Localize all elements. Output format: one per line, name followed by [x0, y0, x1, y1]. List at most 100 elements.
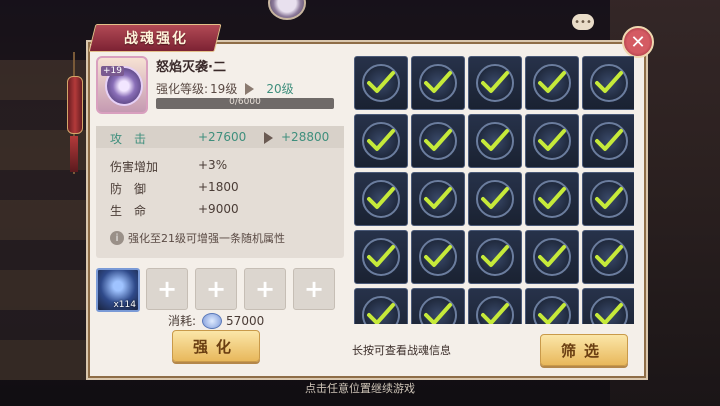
spirit-slot[interactable] — [468, 230, 522, 284]
checkmark-icon — [424, 187, 452, 209]
enhance-hint: i 强化至21级可增强一条随机属性 — [110, 230, 285, 246]
checkmark-icon — [481, 245, 509, 267]
checkmark-icon — [367, 245, 395, 267]
plus-level-badge: +19 — [101, 66, 124, 76]
arrow-right-icon — [245, 82, 255, 95]
spirit-slot[interactable] — [411, 288, 465, 324]
stat-value: +27600 — [198, 130, 247, 144]
spirit-slot[interactable] — [468, 56, 522, 110]
checkmark-icon — [595, 187, 623, 209]
plus-icon: + — [254, 275, 276, 303]
cost-row: 消耗: 57000 — [168, 312, 264, 329]
spirit-slot[interactable] — [582, 172, 634, 226]
stat-attack: 攻 击 +27600 +28800 — [110, 130, 329, 147]
spirit-slot[interactable] — [411, 172, 465, 226]
spirit-slot[interactable] — [411, 56, 465, 110]
spirit-item-icon[interactable]: +19 — [96, 56, 148, 114]
spirit-slot[interactable] — [354, 114, 408, 168]
spirit-slot[interactable] — [411, 114, 465, 168]
long-press-hint: 长按可查看战魂信息 — [352, 344, 451, 357]
spirit-slot[interactable] — [582, 56, 634, 110]
info-icon: i — [110, 231, 124, 245]
spirit-slot[interactable] — [582, 288, 634, 324]
chat-icon[interactable]: ••• — [572, 14, 594, 30]
stat-label: 防 御 — [110, 182, 147, 196]
spirit-slot[interactable] — [525, 288, 579, 324]
stat-value: +1800 — [198, 180, 239, 194]
silver-coin-icon — [202, 312, 223, 329]
spirit-slot[interactable] — [525, 230, 579, 284]
checkmark-icon — [367, 71, 395, 93]
checkmark-icon — [538, 245, 566, 267]
checkmark-icon — [538, 187, 566, 209]
checkmark-icon — [424, 71, 452, 93]
stat-label: 攻 击 — [110, 132, 147, 146]
checkmark-icon — [367, 187, 395, 209]
plus-icon: + — [303, 275, 325, 303]
plus-icon: + — [156, 275, 178, 303]
stat-row: 伤害增加 +3% — [110, 158, 227, 175]
material-slot-empty[interactable]: + — [146, 268, 188, 310]
checkmark-icon — [424, 245, 452, 267]
checkmark-icon — [367, 303, 395, 324]
spirit-slot[interactable] — [411, 230, 465, 284]
item-name: 怒焰灭袭·二 — [156, 60, 226, 75]
spirit-slot[interactable] — [525, 56, 579, 110]
material-count: x114 — [113, 300, 136, 310]
stat-label: 生 命 — [110, 204, 147, 218]
checkmark-icon — [595, 129, 623, 151]
checkmark-icon — [595, 303, 623, 324]
checkmark-icon — [481, 71, 509, 93]
spirit-slot[interactable] — [525, 172, 579, 226]
stat-value: +9000 — [198, 202, 239, 216]
checkmark-icon — [538, 71, 566, 93]
stat-value: +3% — [198, 158, 228, 172]
material-slot-filled[interactable]: x114 — [96, 268, 140, 312]
checkmark-icon — [481, 303, 509, 324]
left-panel: +19 怒焰灭袭·二 强化等级: 19级 20级 0/6000 攻 击 +276… — [94, 48, 346, 368]
spirit-slot[interactable] — [354, 230, 408, 284]
lantern-decoration — [64, 52, 84, 174]
stat-row: 生 命 +9000 — [110, 202, 239, 219]
spirit-slot[interactable] — [525, 114, 579, 168]
spirit-slot[interactable] — [582, 114, 634, 168]
spirit-slot[interactable] — [354, 172, 408, 226]
close-icon: ✕ — [630, 31, 646, 53]
material-slot-empty[interactable]: + — [195, 268, 237, 310]
checkmark-icon — [424, 129, 452, 151]
plus-icon: + — [205, 275, 227, 303]
hint-text: 强化至21级可增强一条随机属性 — [128, 232, 285, 245]
spirit-slot[interactable] — [468, 114, 522, 168]
checkmark-icon — [481, 129, 509, 151]
filter-button[interactable]: 筛选 — [540, 334, 628, 366]
enhance-button[interactable]: 强化 — [172, 330, 260, 362]
checkmark-icon — [595, 245, 623, 267]
material-slot-empty[interactable]: + — [293, 268, 335, 310]
arrow-right-icon — [264, 132, 273, 144]
checkmark-icon — [538, 303, 566, 324]
cost-value: 57000 — [226, 313, 265, 328]
spirit-slot[interactable] — [354, 56, 408, 110]
level-row: 强化等级: 19级 20级 — [156, 80, 294, 97]
stat-label: 伤害增加 — [110, 160, 159, 174]
exp-progress-text: 0/6000 — [229, 98, 261, 107]
dialog-title: 战魂强化 — [124, 31, 188, 47]
checkmark-icon — [595, 71, 623, 93]
spirit-grid — [352, 54, 634, 324]
checkmark-icon — [424, 303, 452, 324]
level-label: 强化等级: — [156, 82, 209, 96]
stat-next-value: +28800 — [281, 130, 330, 144]
level-to: 20级 — [266, 82, 294, 96]
checkmark-icon — [367, 129, 395, 151]
spirit-slot[interactable] — [468, 288, 522, 324]
spirit-slot[interactable] — [468, 172, 522, 226]
stat-row: 防 御 +1800 — [110, 180, 239, 197]
continue-hint[interactable]: 点击任意位置继续游戏 — [0, 380, 720, 396]
spirit-slot[interactable] — [354, 288, 408, 324]
spirit-slot[interactable] — [582, 230, 634, 284]
cost-label: 消耗: — [168, 314, 197, 328]
exp-progress-bar: 0/6000 — [156, 98, 334, 109]
checkmark-icon — [538, 129, 566, 151]
checkmark-icon — [481, 187, 509, 209]
material-slot-empty[interactable]: + — [244, 268, 286, 310]
